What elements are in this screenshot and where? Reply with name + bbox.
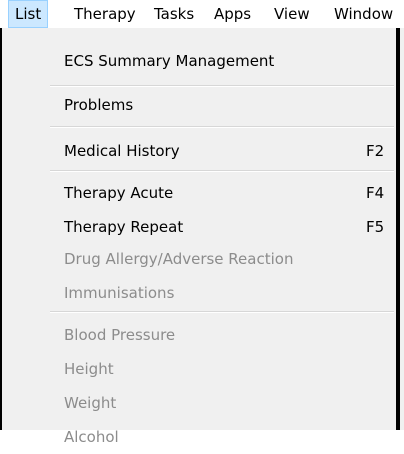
menu-item-drug-allergy: Drug Allergy/Adverse Reaction [2,242,396,276]
menu-item-therapy-repeat[interactable]: Therapy Repeat F5 [2,210,396,244]
menu-separator-highlight [50,171,394,172]
menu-item-label: Therapy Repeat [64,218,184,236]
menu-item-label: Weight [64,394,117,412]
menu-item-label: Medical History [64,142,180,160]
menu-item-label: Alcohol [64,428,119,446]
menu-item-blood-pressure: Blood Pressure [2,318,396,352]
menu-item-height: Height [2,352,396,386]
menu-separator-highlight [50,312,394,313]
menu-list[interactable]: List [8,0,49,28]
menu-window[interactable]: Window [328,0,399,28]
menu-item-label: Blood Pressure [64,326,176,344]
menu-item-shortcut: F2 [366,142,385,160]
menu-item-label: Immunisations [64,284,175,302]
menu-therapy[interactable]: Therapy [68,0,142,28]
menu-right-edge [396,28,400,430]
menu-item-label: Therapy Acute [64,184,174,202]
menu-item-shortcut: F5 [366,218,385,236]
menu-apps[interactable]: Apps [208,0,257,28]
menu-separator-highlight [50,86,394,87]
menu-item-ecs-summary-management[interactable]: ECS Summary Management [2,44,396,78]
menu-view[interactable]: View [268,0,316,28]
menu-separator-highlight [50,127,394,128]
menu-item-therapy-acute[interactable]: Therapy Acute F4 [2,176,396,210]
menu-item-shortcut: F4 [366,184,385,202]
menu-item-label: Drug Allergy/Adverse Reaction [64,250,294,268]
menu-item-weight: Weight [2,386,396,420]
menu-item-problems[interactable]: Problems [2,88,396,122]
menu-item-label: Problems [64,96,134,114]
menu-tasks[interactable]: Tasks [148,0,200,28]
list-dropdown-menu: ECS Summary Management Problems Medical … [0,28,404,446]
menu-item-label: Height [64,360,114,378]
menu-item-immunisations: Immunisations [2,276,396,310]
menu-item-alcohol: Alcohol [2,420,396,454]
menu-item-label: ECS Summary Management [64,52,275,70]
menu-bar: List Therapy Tasks Apps View Window [0,0,404,28]
menu-item-medical-history[interactable]: Medical History F2 [2,134,396,168]
